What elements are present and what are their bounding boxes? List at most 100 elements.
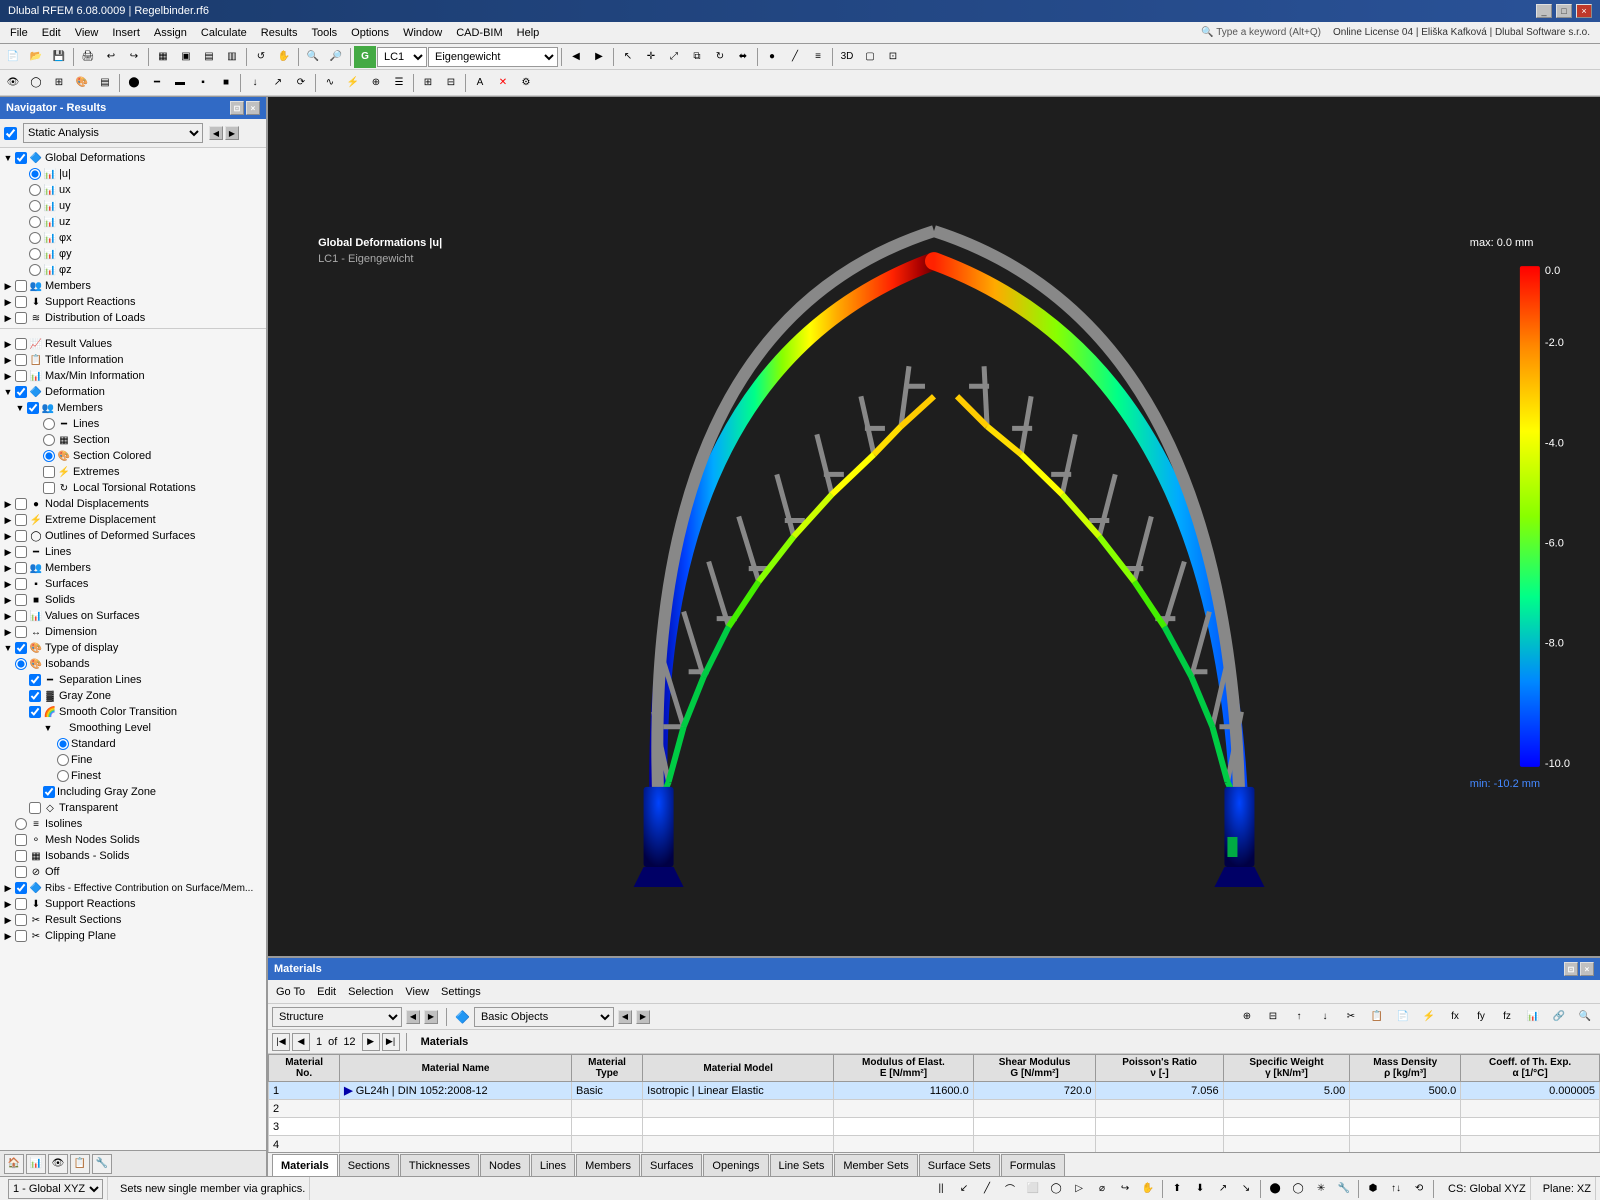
sr2-expand-icon[interactable]: ▶	[2, 898, 14, 910]
combo-next-btn[interactable]: ▶	[424, 1010, 438, 1024]
rotate2-btn[interactable]: ↻	[709, 46, 731, 68]
tree-transparent[interactable]: ◇ Transparent	[0, 800, 266, 816]
global-deformations-checkbox[interactable]	[15, 152, 27, 164]
tab-line-sets[interactable]: Line Sets	[770, 1154, 834, 1176]
tree-members[interactable]: ▶ 👥 Members	[0, 278, 266, 294]
sol-checkbox[interactable]	[15, 594, 27, 606]
lines-radio[interactable]	[43, 418, 55, 430]
surf-expand-icon[interactable]: ▶	[2, 578, 14, 590]
u-radio[interactable]	[29, 168, 41, 180]
show-all-btn[interactable]: 👁	[2, 72, 24, 94]
mirror-btn[interactable]: ⬌	[732, 46, 754, 68]
tree-isolines[interactable]: ≡ Isolines	[0, 816, 266, 832]
tree-clipping-plane[interactable]: ▶ ✂ Clipping Plane	[0, 928, 266, 944]
rs-expand-icon[interactable]: ▶	[2, 914, 14, 926]
td-checkbox[interactable]	[15, 642, 27, 654]
member-btn[interactable]: ≡	[807, 46, 829, 68]
bottom-tb11[interactable]: ⬆	[1166, 1178, 1188, 1200]
standard-radio[interactable]	[57, 738, 69, 750]
cursor-btn[interactable]: ✛	[640, 46, 662, 68]
zoom-in-btn[interactable]: 🔍	[302, 46, 324, 68]
defm-expand-icon[interactable]: ▼	[14, 402, 26, 414]
static-analysis-checkbox[interactable]	[4, 127, 17, 140]
support-expand-icon[interactable]: ▶	[2, 296, 14, 308]
tree-local-torsional[interactable]: ↻ Local Torsional Rotations	[0, 480, 266, 496]
nav-chart-btn[interactable]: 📊	[26, 1154, 46, 1174]
result2-btn[interactable]: ⚡	[342, 72, 364, 94]
members-show-btn[interactable]: ▬	[169, 72, 191, 94]
cp-checkbox[interactable]	[15, 930, 27, 942]
delete-btn[interactable]: ✕	[492, 72, 514, 94]
ed-checkbox[interactable]	[15, 514, 27, 526]
tree-ribs[interactable]: ▶ 🔷 Ribs - Effective Contribution on Sur…	[0, 880, 266, 896]
mat-tb5[interactable]: ✂	[1340, 1006, 1362, 1028]
result1-btn[interactable]: ∿	[319, 72, 341, 94]
snap1-btn[interactable]: ⊞	[417, 72, 439, 94]
result3-btn[interactable]: ⊕	[365, 72, 387, 94]
tree-nodal-disp[interactable]: ▶ ● Nodal Displacements	[0, 496, 266, 512]
menu-file[interactable]: File	[4, 25, 34, 41]
tab-surfaces[interactable]: Surfaces	[641, 1154, 702, 1176]
redo-btn[interactable]: ↪	[123, 46, 145, 68]
analysis-type-select[interactable]: Static Analysis	[23, 123, 203, 143]
tree-lines2[interactable]: ▶ ━ Lines	[0, 544, 266, 560]
mat-tb2[interactable]: ⊟	[1262, 1006, 1284, 1028]
tree-result-values[interactable]: ▶ 📈 Result Values	[0, 336, 266, 352]
sl-expand-icon[interactable]: ▼	[42, 722, 54, 734]
mat-detach-btn[interactable]: ⊡	[1564, 962, 1578, 976]
sr2-checkbox[interactable]	[15, 898, 27, 910]
def-checkbox[interactable]	[15, 386, 27, 398]
wireframe-btn[interactable]: ▤	[94, 72, 116, 94]
zoom-out-btn[interactable]: 🔎	[325, 46, 347, 68]
tab-formulas[interactable]: Formulas	[1001, 1154, 1065, 1176]
bottom-tb2[interactable]: ↙	[953, 1178, 975, 1200]
mat-tb3[interactable]: ↑	[1288, 1006, 1310, 1028]
node-btn[interactable]: ●	[761, 46, 783, 68]
dim-expand-icon[interactable]: ▶	[2, 626, 14, 638]
nav-home-btn[interactable]: 🏠	[4, 1154, 24, 1174]
undo-btn[interactable]: ↩	[100, 46, 122, 68]
tree-deformation[interactable]: ▼ 🔷 Deformation	[0, 384, 266, 400]
pan-btn[interactable]: ✋	[273, 46, 295, 68]
tree-maxmin[interactable]: ▶ 📊 Max/Min Information	[0, 368, 266, 384]
annotate-btn[interactable]: A	[469, 72, 491, 94]
basic-objects-select[interactable]: Basic Objects	[474, 1007, 614, 1027]
copy-btn[interactable]: ⧉	[686, 46, 708, 68]
tree-solids[interactable]: ▶ ■ Solids	[0, 592, 266, 608]
fine-radio[interactable]	[57, 754, 69, 766]
select-btn[interactable]: ↖	[617, 46, 639, 68]
tree-lines[interactable]: ━ Lines	[0, 416, 266, 432]
mm-checkbox[interactable]	[15, 370, 27, 382]
transparent-checkbox[interactable]	[29, 802, 41, 814]
tab-member-sets[interactable]: Member Sets	[834, 1154, 917, 1176]
bottom-tb7[interactable]: ▷	[1068, 1178, 1090, 1200]
filter-btn[interactable]: ⊞	[48, 72, 70, 94]
tree-type-display[interactable]: ▼ 🎨 Type of display	[0, 640, 266, 656]
mesh-nodes-checkbox[interactable]	[15, 834, 27, 846]
nd-expand-icon[interactable]: ▶	[2, 498, 14, 510]
next-case-btn[interactable]: ▶	[588, 46, 610, 68]
bottom-tb16[interactable]: ◯	[1287, 1178, 1309, 1200]
surf-checkbox[interactable]	[15, 578, 27, 590]
next-page-btn[interactable]: ▶	[362, 1033, 380, 1051]
table-row[interactable]: 1 ▶ GL24h | DIN 1052:2008-12 Basic Isotr…	[269, 1082, 1600, 1100]
load3-btn[interactable]: ⟳	[290, 72, 312, 94]
settings2-btn[interactable]: ⚙	[515, 72, 537, 94]
tree-distribution[interactable]: ▶ ≋ Distribution of Loads	[0, 310, 266, 326]
bottom-tb6[interactable]: ◯	[1045, 1178, 1067, 1200]
off-checkbox[interactable]	[15, 866, 27, 878]
view-btn[interactable]: View	[401, 982, 433, 1002]
mat-close-btn[interactable]: ×	[1580, 962, 1594, 976]
last-page-btn[interactable]: ▶|	[382, 1033, 400, 1051]
top-btn[interactable]: ⊡	[882, 46, 904, 68]
tree-result-sections[interactable]: ▶ ✂ Result Sections	[0, 912, 266, 928]
defm-checkbox[interactable]	[27, 402, 39, 414]
tree-global-deformations[interactable]: ▼ 🔷 Global Deformations	[0, 150, 266, 166]
extremes-checkbox[interactable]	[43, 466, 55, 478]
menu-calculate[interactable]: Calculate	[195, 25, 253, 41]
load2-btn[interactable]: ↗	[267, 72, 289, 94]
ti-checkbox[interactable]	[15, 354, 27, 366]
view-selector[interactable]: 1 - Global XYZ	[8, 1179, 103, 1199]
ribs-checkbox[interactable]	[15, 882, 27, 894]
ux-radio[interactable]	[29, 184, 41, 196]
